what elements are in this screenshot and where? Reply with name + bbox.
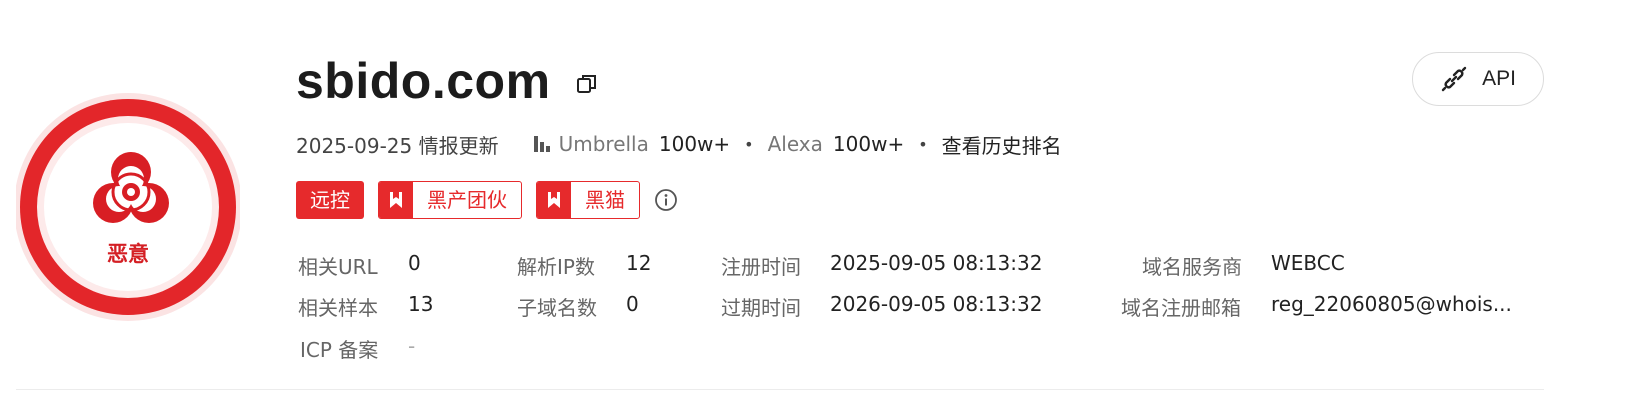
link-icon [1441, 66, 1467, 92]
umbrella-value: 100w+ [658, 132, 731, 156]
umbrella-label: Umbrella [558, 132, 649, 156]
separator-dot: • [744, 134, 754, 154]
api-button[interactable]: API [1412, 52, 1544, 106]
subdomain-value[interactable]: 0 [626, 292, 639, 316]
icp-value: - [408, 334, 416, 358]
alexa-label: Alexa [767, 132, 823, 156]
registrar-value: WEBCC [1271, 251, 1345, 275]
related-sample-value[interactable]: 13 [408, 292, 433, 316]
reg-email-label: 域名注册邮箱 [1121, 296, 1241, 320]
threat-badge: 恶意 [16, 92, 240, 322]
related-url-value[interactable]: 0 [408, 251, 421, 275]
domain-title: sbido.com [296, 53, 551, 109]
divider [16, 389, 1544, 390]
bookmark-icon [379, 182, 413, 218]
alexa-value: 100w+ [832, 132, 905, 156]
bookmark-icon [537, 182, 571, 218]
threat-level-label: 恶意 [107, 242, 149, 266]
related-url-label: 相关URL [298, 255, 378, 279]
separator-dot: • [918, 134, 928, 154]
tag-black-cat[interactable]: 黑猫 [536, 181, 640, 219]
history-rank-link[interactable]: 查看历史排名 [942, 130, 1062, 159]
expire-time-label: 过期时间 [721, 296, 801, 320]
tag-label: 黑产团伙 [427, 188, 507, 212]
tag-list: 远控 黑产团伙 黑猫 [296, 181, 678, 219]
reg-time-value: 2025-09-05 08:13:32 [830, 251, 1043, 275]
biohazard-icon [93, 152, 169, 223]
registrar-label: 域名服务商 [1142, 255, 1242, 279]
update-date: 2025-09-25 情报更新 [296, 133, 499, 158]
expire-time-value: 2026-09-05 08:13:32 [830, 292, 1043, 316]
icp-label: ICP 备案 [300, 338, 379, 362]
reg-time-label: 注册时间 [721, 255, 801, 279]
reg-email-value[interactable]: reg_22060805@whois... [1271, 292, 1512, 316]
subdomain-label: 子域名数 [517, 296, 597, 320]
copy-icon[interactable] [575, 72, 599, 96]
info-icon[interactable] [654, 188, 678, 212]
api-button-label: API [1482, 67, 1516, 90]
resolved-ip-label: 解析IP数 [517, 255, 595, 279]
related-sample-label: 相关样本 [298, 296, 378, 320]
tag-label: 黑猫 [585, 188, 625, 212]
tag-remote-control[interactable]: 远控 [296, 181, 364, 219]
tag-black-industry-gang[interactable]: 黑产团伙 [378, 181, 522, 219]
resolved-ip-value[interactable]: 12 [626, 251, 651, 275]
meta-row: 2025-09-25 情报更新 Umbrella 100w+ • Alexa 1… [296, 130, 1062, 158]
bar-chart-icon [533, 136, 550, 152]
